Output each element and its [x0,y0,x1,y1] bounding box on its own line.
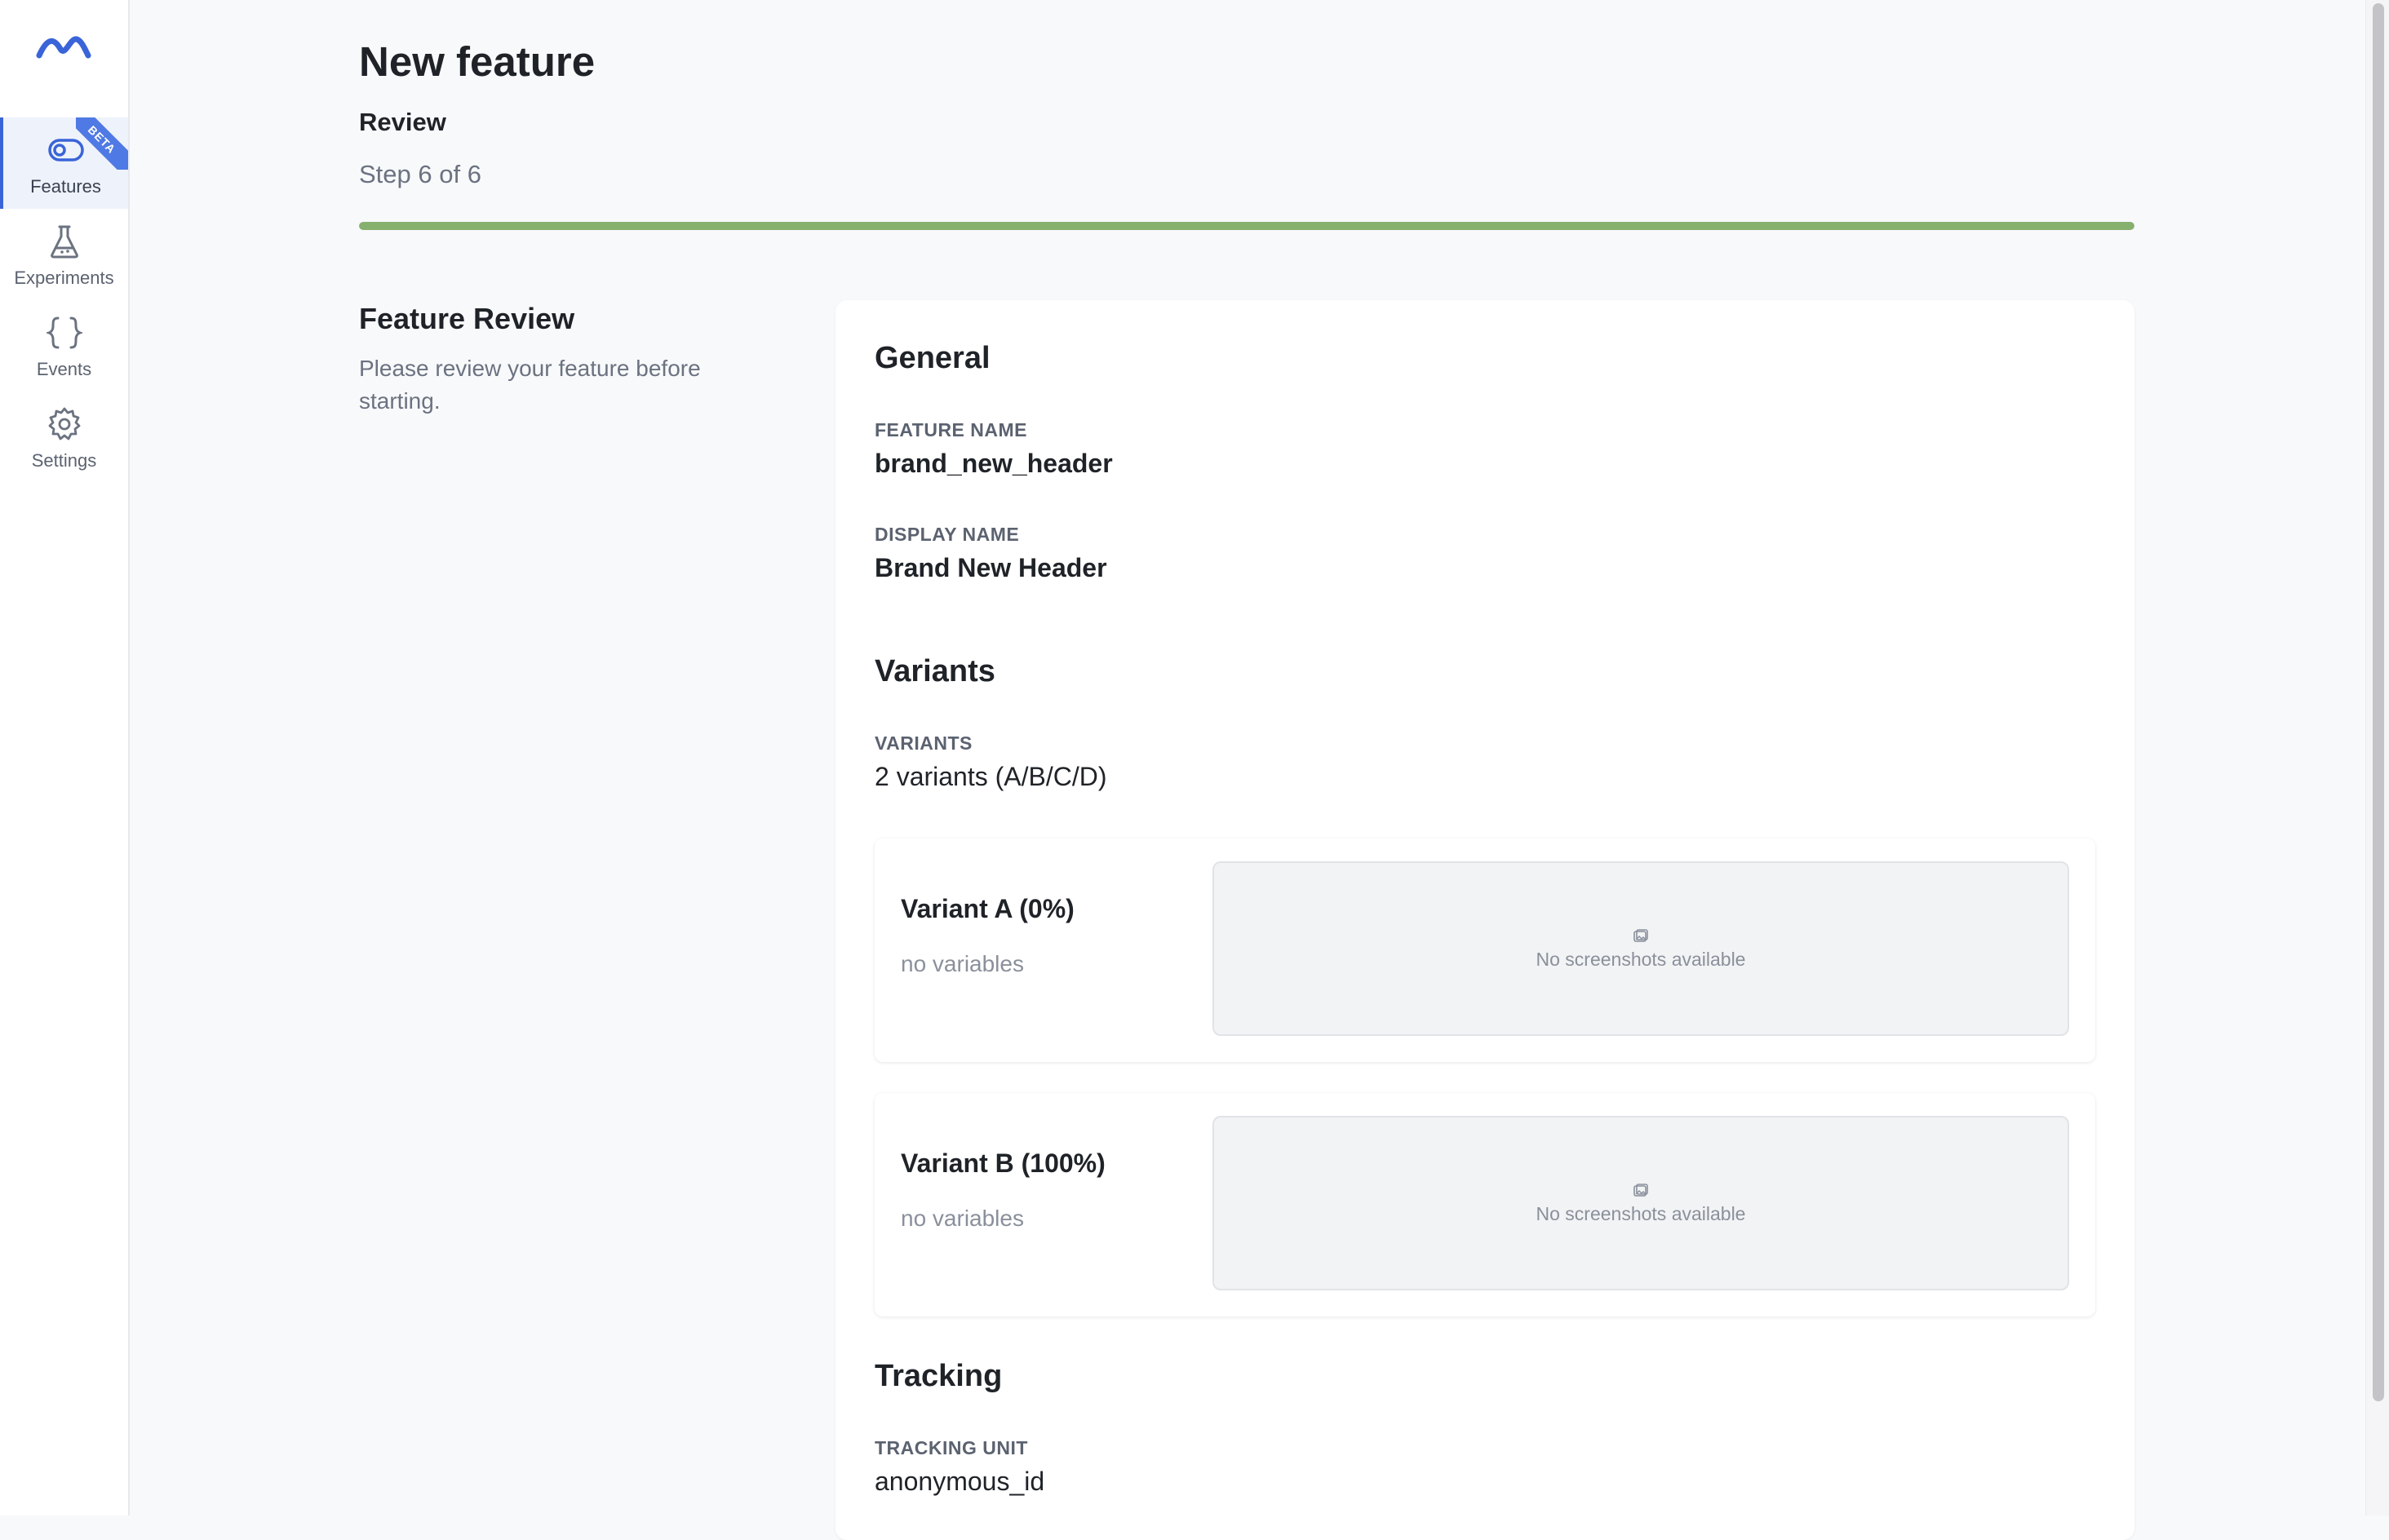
progress-bar [359,222,2134,230]
variants-summary: 2 variants (A/B/C/D) [875,762,1107,791]
beta-badge: BETA [76,117,128,170]
tracking-section-title: Tracking [875,1359,1003,1393]
sidebar-item-label: Settings [31,450,97,471]
tracking-unit-value: anonymous_id [875,1467,1045,1496]
display-name-label: DISPLAY NAME [875,524,1020,545]
display-name-value: Brand New Header [875,553,1107,582]
wave-logo-icon[interactable] [36,33,91,62]
general-section-title: General [875,341,991,375]
no-screenshots-text: No screenshots available [1536,948,1746,970]
step-count: Step 6 of 6 [359,160,481,188]
variants-label: VARIANTS [875,732,973,754]
no-screenshots-text: No screenshots available [1536,1202,1746,1224]
flask-icon [45,222,84,261]
sidebar-item-label: Experiments [14,268,114,288]
screenshot-placeholder: No screenshots available [1212,861,2069,1036]
sidebar-item-label: Events [36,359,92,379]
feature-name-value: brand_new_header [875,449,1113,478]
variant-name: Variant B (100%) [901,1148,1106,1178]
step-name: Review [359,108,446,136]
review-card: General FEATURE NAME brand_new_header DI… [835,300,2134,1540]
gear-icon [45,405,84,444]
image-icon [1633,928,1648,942]
feature-review-heading: Feature Review [359,302,575,335]
sidebar-item-events[interactable]: Events [0,300,128,392]
sidebar-item-settings[interactable]: Settings [0,392,128,483]
braces-icon [45,313,84,352]
sidebar-item-experiments[interactable]: Experiments [0,209,128,300]
scrollbar-thumb[interactable] [2373,3,2384,1401]
sidebar-item-features[interactable]: BETA Features [0,117,128,209]
variants-section-title: Variants [875,654,995,688]
screenshot-placeholder: No screenshots available [1212,1116,2069,1290]
variant-card: Variant A (0%) no variables No screensho… [875,839,2095,1062]
sidebar-item-label: Features [30,176,101,197]
page-scrollbar[interactable] [2365,0,2389,1516]
tracking-unit-label: TRACKING UNIT [875,1437,1028,1458]
variant-name: Variant A (0%) [901,894,1075,923]
feature-name-label: FEATURE NAME [875,419,1028,440]
variant-variables: no variables [901,1206,1024,1231]
variant-variables: no variables [901,951,1024,976]
sidebar: BETA Features Experiments Events Setting… [0,0,130,1516]
image-icon [1633,1183,1648,1197]
page-title: New feature [359,38,596,85]
progress-bar-fill [359,222,2134,230]
feature-review-description: Please review your feature before starti… [359,356,701,414]
variant-card: Variant B (100%) no variables No screens… [875,1093,2095,1317]
